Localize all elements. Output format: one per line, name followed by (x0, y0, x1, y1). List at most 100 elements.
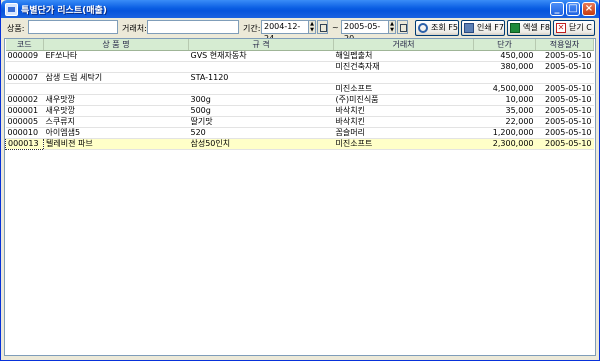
cell-code: 000002 (5, 94, 44, 106)
col-header-date[interactable]: 적용일자 (535, 39, 594, 51)
cell-date: 2005-05-10 (535, 83, 594, 95)
price-list-grid[interactable]: 코드 상 품 명 규 격 거래처 단가 적용일자 000009 EF쏘나타 GV… (4, 38, 596, 356)
table-row[interactable]: 000007 삼생 드럼 세탁기 STA-1120 (5, 72, 594, 84)
cell-code: 000001 (5, 105, 44, 117)
product-input[interactable] (28, 20, 118, 34)
cell-spec: GVS 현재자동차 (188, 50, 334, 62)
cell-name: 새우맛깡 (43, 105, 189, 117)
cell-date: 2005-05-10 (535, 61, 594, 73)
cell-price: 380,000 (473, 61, 536, 73)
cell-price: 35,000 (473, 105, 536, 117)
date-from-spinner[interactable]: ▲ ▼ (308, 20, 316, 34)
cell-code: 000010 (5, 127, 44, 139)
cell-code: 000009 (5, 50, 44, 62)
cell-vendor: (주)미진식품 (333, 94, 474, 106)
cell-name: 아이엠샘5 (43, 127, 189, 139)
col-header-code[interactable]: 코드 (5, 39, 44, 51)
maximize-button[interactable]: □ (566, 2, 580, 16)
date-to-spinner[interactable]: ▲ ▼ (388, 20, 396, 34)
vendor-label: 거래처: (122, 24, 147, 33)
cell-date: 2005-05-10 (535, 138, 594, 150)
cell-vendor: 미진건축자재 (333, 61, 474, 73)
cell-spec: 삼성50인치 (188, 138, 334, 150)
cell-vendor: 해일펩출처 (333, 50, 474, 62)
cell-spec: 딸기맛 (188, 116, 334, 128)
window-title: 특별단가 리스트(매출) (21, 6, 107, 16)
table-row[interactable]: 미진건축자재 380,000 2005-05-10 (5, 61, 594, 73)
cell-price (473, 72, 536, 84)
cell-name: 새우맛깡 (43, 94, 189, 106)
excel-button-label: 엑셀 F8 (523, 23, 550, 32)
header-row: 코드 상 품 명 규 격 거래처 단가 적용일자 (5, 39, 594, 51)
cell-name: EF쏘나타 (43, 50, 189, 62)
cell-vendor: 꼽슬머리 (333, 127, 474, 139)
close-x-icon: ✕ (556, 23, 566, 33)
cell-price: 1,200,000 (473, 127, 536, 139)
table-row[interactable]: 000010 아이엠샘5 520 꼽슬머리 1,200,000 2005-05-… (5, 127, 594, 139)
title-bar[interactable]: 특별단가 리스트(매출) _ □ × (1, 0, 599, 18)
table-row[interactable]: 000009 EF쏘나타 GVS 현재자동차 해일펩출처 450,000 200… (5, 50, 594, 62)
date-separator: ~ (332, 23, 339, 32)
cell-spec: 300g (188, 94, 334, 106)
close-window-button[interactable]: × (582, 2, 596, 16)
vendor-input[interactable] (147, 20, 239, 34)
table-row[interactable]: 000001 새우맛깡 500g 바삭치킨 35,000 2005-05-10 (5, 105, 594, 117)
col-header-price[interactable]: 단가 (473, 39, 536, 51)
cell-spec (188, 61, 334, 73)
cell-name: 삼생 드럼 세탁기 (43, 72, 189, 84)
search-button-label: 조회 F5 (431, 23, 458, 32)
cell-price: 450,000 (473, 50, 536, 62)
app-icon[interactable] (5, 3, 18, 16)
cell-price: 4,500,000 (473, 83, 536, 95)
close-button[interactable]: ✕ 닫기 C (553, 20, 595, 36)
date-to-input[interactable]: 2005-05-20 (341, 20, 389, 43)
cell-vendor: 바삭치킨 (333, 105, 474, 117)
cell-vendor (333, 72, 474, 84)
cell-spec (188, 83, 334, 95)
col-header-vendor[interactable]: 거래처 (333, 39, 474, 51)
cell-code: 000007 (5, 72, 44, 84)
print-button[interactable]: 인쇄 F7 (461, 20, 505, 36)
cell-price: 10,000 (473, 94, 536, 106)
cell-price: 22,000 (473, 116, 536, 128)
print-button-label: 인쇄 F7 (477, 23, 504, 32)
date-from-input[interactable]: 2004-12-24 (261, 20, 309, 43)
col-header-spec[interactable]: 규 격 (188, 39, 334, 51)
search-button[interactable]: 조회 F5 (415, 20, 459, 36)
col-header-name[interactable]: 상 품 명 (43, 39, 189, 51)
cell-spec: 520 (188, 127, 334, 139)
table-row-selected[interactable]: 000013 텔레비젼 파브 삼성50인치 미진소프트 2,300,000 20… (5, 138, 594, 150)
cell-date: 2005-05-10 (535, 116, 594, 128)
close-icon: × (584, 3, 594, 14)
cell-name: 스쿠류지 (43, 116, 189, 128)
main-window: 특별단가 리스트(매출) _ □ × 상품: 거래처: 기간: 2004-12-… (0, 0, 600, 361)
filter-toolbar: 상품: 거래처: 기간: 2004-12-24 ▲▼ ~ 2005-05-20 … (3, 19, 598, 43)
cell-code: 000005 (5, 116, 44, 128)
cell-code (5, 61, 44, 73)
cell-date (535, 72, 594, 84)
search-icon (418, 23, 428, 33)
cell-spec: 500g (188, 105, 334, 117)
date-from-calendar-button[interactable] (317, 20, 328, 34)
cell-date: 2005-05-10 (535, 105, 594, 117)
cell-spec: STA-1120 (188, 72, 334, 84)
excel-button[interactable]: 엑셀 F8 (507, 20, 551, 36)
excel-icon (510, 23, 520, 33)
table-row[interactable]: 000002 새우맛깡 300g (주)미진식품 10,000 2005-05-… (5, 94, 594, 106)
cell-date: 2005-05-10 (535, 94, 594, 106)
product-label: 상품: (7, 24, 25, 33)
cell-name (43, 83, 189, 95)
table-row[interactable]: 000005 스쿠류지 딸기맛 바삭치킨 22,000 2005-05-10 (5, 116, 594, 128)
period-label: 기간: (243, 24, 261, 33)
cell-price: 2,300,000 (473, 138, 536, 150)
minimize-icon: _ (554, 3, 560, 14)
cell-date: 2005-05-10 (535, 127, 594, 139)
close-button-label: 닫기 C (569, 23, 592, 32)
table-row[interactable]: 미진소프트 4,500,000 2005-05-10 (5, 83, 594, 95)
minimize-button[interactable]: _ (550, 2, 564, 16)
cell-date: 2005-05-10 (535, 50, 594, 62)
cell-vendor: 미진소프트 (333, 83, 474, 95)
cell-vendor: 바삭치킨 (333, 116, 474, 128)
date-to-calendar-button[interactable] (397, 20, 408, 34)
maximize-icon: □ (568, 3, 578, 14)
